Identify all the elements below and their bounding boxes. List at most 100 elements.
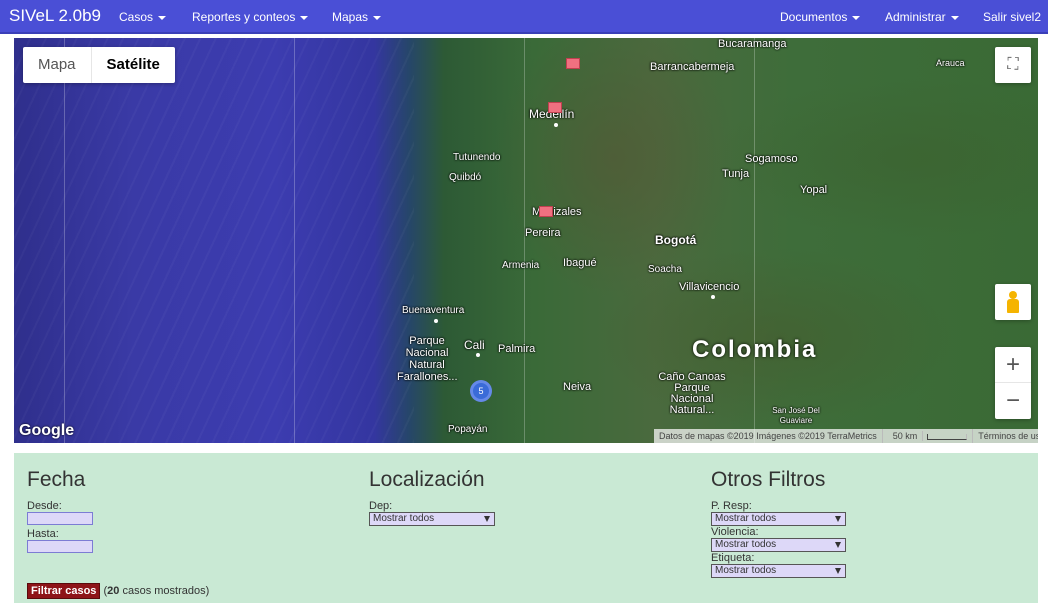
park-label: Caño Canoas Parque Nacional Natural...: [658, 371, 726, 416]
dep-select[interactable]: Mostrar todos: [369, 512, 495, 526]
case-marker[interactable]: [539, 206, 553, 217]
marker-cluster[interactable]: 5: [470, 380, 492, 402]
logout-link[interactable]: Salir sivel2: [983, 10, 1041, 24]
etiqueta-label: Etiqueta:: [711, 552, 755, 564]
fecha-section: Fecha Desde: Hasta:: [27, 453, 93, 556]
city-label: Quibdó: [449, 172, 482, 183]
fecha-title: Fecha: [27, 468, 86, 491]
menu-reportes[interactable]: Reportes y conteos: [192, 10, 309, 24]
map-gridline: [294, 38, 295, 443]
google-logo: Google: [19, 422, 75, 439]
desde-label: Desde:: [27, 500, 62, 512]
city-label: Tunja: [722, 168, 750, 180]
city-label: Armenia: [502, 260, 540, 271]
dep-label: Dep:: [369, 500, 393, 512]
chevron-down-icon: [373, 15, 382, 20]
park-label: Parque Nacional Natural Farallones...: [397, 335, 458, 383]
scale-label: 50 km: [887, 431, 924, 441]
hasta-label: Hasta:: [27, 528, 59, 540]
menu-administrar-label: Administrar: [885, 10, 946, 24]
city-label: Barrancabermeja: [650, 61, 735, 73]
map-type-button[interactable]: Mapa: [23, 47, 92, 83]
localizacion-title: Localización: [369, 468, 485, 491]
chevron-down-icon: [852, 15, 861, 20]
menu-documentos[interactable]: Documentos: [780, 10, 861, 24]
dep-select-value: Mostrar todos: [373, 513, 435, 524]
dropdown-arrow-icon: [835, 542, 841, 548]
desde-date-field[interactable]: [27, 512, 93, 525]
menu-administrar[interactable]: Administrar: [885, 10, 959, 24]
zoom-control: + −: [995, 347, 1031, 419]
dropdown-arrow-icon: [835, 516, 841, 522]
country-label: Colombia: [692, 336, 818, 363]
chevron-down-icon: [300, 15, 309, 20]
results-count: 20: [107, 585, 120, 597]
map-gridline: [524, 38, 525, 443]
city-label: Arauca: [936, 58, 965, 68]
city-dot: [711, 295, 715, 299]
city-label: Yopal: [800, 184, 828, 196]
etiqueta-select[interactable]: Mostrar todos: [711, 564, 846, 578]
street-view-button[interactable]: [995, 284, 1031, 320]
otros-filtros-title: Otros Filtros: [711, 468, 826, 491]
otros-filtros-section: Otros Filtros P. Resp: Mostrar todos Vio…: [711, 453, 846, 578]
top-navbar: SIVeL 2.0b9 Casos Reportes y conteos Map…: [0, 0, 1048, 34]
fullscreen-button[interactable]: ⛶: [995, 47, 1031, 83]
case-marker[interactable]: [566, 58, 580, 69]
presp-select[interactable]: Mostrar todos: [711, 512, 846, 526]
filtrar-casos-button[interactable]: Filtrar casos: [27, 583, 101, 599]
city-label: Bogotá: [655, 233, 697, 247]
pegman-icon: [1009, 291, 1017, 299]
scale-bar[interactable]: 50 km: [883, 429, 974, 443]
terms-link[interactable]: Términos de uso: [973, 429, 1038, 443]
city-label: Soacha: [648, 264, 682, 275]
city-label: Ibagué: [563, 257, 597, 269]
filters-panel: Fecha Desde: Hasta: Localización Dep: Mo…: [14, 453, 1038, 603]
dropdown-arrow-icon: [484, 516, 490, 522]
city-label: Sogamoso: [745, 153, 798, 165]
city-label: Bucaramanga: [718, 38, 787, 50]
city-label: Buenaventura: [402, 305, 465, 316]
city-label: Pereira: [525, 227, 561, 239]
menu-reportes-label: Reportes y conteos: [192, 10, 296, 24]
map-view[interactable]: Bucaramanga Barrancabermeja Arauca Medel…: [14, 38, 1038, 443]
map-type-control: Mapa Satélite: [23, 47, 175, 83]
localizacion-section: Localización Dep: Mostrar todos: [369, 453, 495, 526]
satellite-type-button[interactable]: Satélite: [92, 47, 175, 83]
case-marker[interactable]: [548, 102, 562, 113]
pegman-body: [1007, 299, 1019, 313]
city-label: Popayán: [448, 424, 488, 435]
city-label: San José Del Guaviare: [772, 406, 820, 425]
dropdown-arrow-icon: [835, 568, 841, 574]
city-dot: [554, 123, 558, 127]
ocean-texture: [14, 38, 414, 443]
zoom-out-button[interactable]: −: [995, 383, 1031, 419]
filter-action-row: Filtrar casos (20 casos mostrados): [27, 583, 209, 599]
city-label: Palmira: [498, 343, 536, 355]
city-label: Tutunendo: [453, 152, 501, 163]
app-brand[interactable]: SIVeL 2.0b9: [9, 6, 101, 26]
city-label: Villavicencio: [679, 281, 740, 293]
violencia-select[interactable]: Mostrar todos: [711, 538, 846, 552]
menu-casos[interactable]: Casos: [119, 10, 167, 24]
city-dot: [476, 353, 480, 357]
etiqueta-select-value: Mostrar todos: [715, 565, 777, 576]
city-label: Cali: [464, 338, 485, 352]
results-summary: (20 casos mostrados): [103, 585, 210, 597]
map-gridline: [754, 38, 755, 443]
minus-icon: −: [1005, 387, 1020, 414]
menu-mapas[interactable]: Mapas: [332, 10, 382, 24]
map-data-attribution: Datos de mapas ©2019 Imágenes ©2019 Terr…: [654, 429, 883, 443]
presp-label: P. Resp:: [711, 500, 752, 512]
presp-select-value: Mostrar todos: [715, 513, 777, 524]
city-dot: [434, 319, 438, 323]
results-suffix: casos mostrados: [122, 585, 206, 597]
map-gridline: [64, 38, 65, 443]
violencia-select-value: Mostrar todos: [715, 539, 777, 550]
menu-documentos-label: Documentos: [780, 10, 848, 24]
hasta-date-field[interactable]: [27, 540, 93, 553]
plus-icon: +: [1005, 351, 1020, 378]
menu-casos-label: Casos: [119, 10, 154, 24]
zoom-in-button[interactable]: +: [995, 347, 1031, 383]
scale-ruler: [927, 433, 968, 440]
